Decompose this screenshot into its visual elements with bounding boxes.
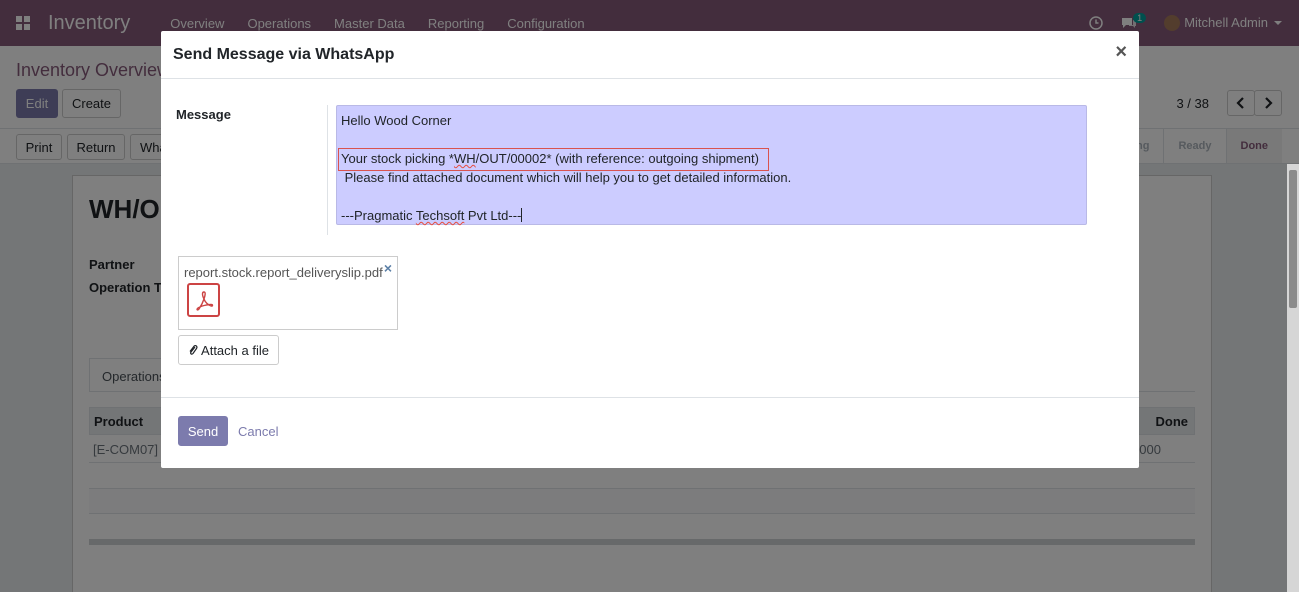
message-line: Your stock picking *WH/OUT/00002* (with … <box>338 148 1082 171</box>
message-line: Please find attached document which will… <box>341 170 792 185</box>
message-text: /OUT/00002* (with reference: outgoing sh… <box>475 151 759 166</box>
attachment-name[interactable]: report.stock.report_deliveryslip.pdf <box>184 265 383 280</box>
page-scroll-thumb[interactable] <box>1289 170 1297 308</box>
message-line: Hello Wood Corner <box>341 113 452 128</box>
attach-file-label: Attach a file <box>201 342 269 358</box>
dialog-header: Send Message via WhatsApp × <box>161 31 1139 79</box>
text-cursor <box>521 208 523 222</box>
remove-attachment-icon[interactable]: × <box>384 260 392 276</box>
message-label: Message <box>176 107 231 122</box>
send-button[interactable]: Send <box>178 416 228 446</box>
divider <box>327 105 328 235</box>
message-text: Pvt Ltd--- <box>464 208 522 223</box>
dialog-title: Send Message via WhatsApp <box>173 46 395 63</box>
message-text: Techsoft <box>415 208 465 223</box>
paperclip-icon <box>189 344 198 355</box>
cancel-button[interactable]: Cancel <box>238 424 278 439</box>
message-text: Your stock picking * <box>341 151 454 166</box>
attach-file-button[interactable]: Attach a file <box>178 335 279 365</box>
close-icon[interactable]: × <box>1115 42 1127 62</box>
message-line: ---Pragmatic Techsoft Pvt Ltd--- <box>341 206 1082 225</box>
attachment-card[interactable]: report.stock.report_deliveryslip.pdf × <box>178 256 398 330</box>
whatsapp-dialog: Send Message via WhatsApp × Message Hell… <box>161 31 1139 468</box>
pdf-icon[interactable] <box>187 283 220 317</box>
page-scrollbar[interactable] <box>1287 164 1299 592</box>
message-text: ---Pragmatic <box>341 208 416 223</box>
message-text: WH <box>453 151 476 166</box>
message-textarea[interactable]: Hello Wood Corner Your stock picking *WH… <box>336 105 1087 225</box>
dialog-footer: Send Cancel <box>161 397 1139 468</box>
